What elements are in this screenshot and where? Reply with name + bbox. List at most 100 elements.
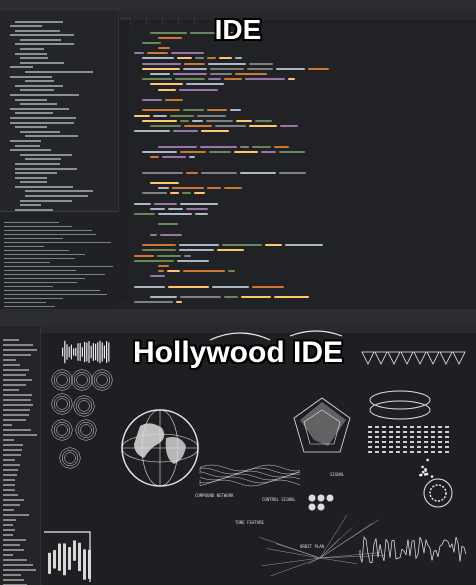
hud-label: ORBIT PLAN <box>300 544 325 549</box>
grid-cell-icon <box>424 451 428 453</box>
grid-cell-icon <box>410 446 414 448</box>
network-line <box>270 557 321 577</box>
dot-icon <box>423 473 427 476</box>
grid-cell-icon <box>396 426 400 428</box>
bar-icon <box>73 540 76 561</box>
grid-cell-icon <box>410 451 414 453</box>
grid-cell-icon <box>368 431 372 433</box>
gauge-ring-icon <box>423 478 453 508</box>
grid-cell-icon <box>431 436 435 438</box>
grid-cell-icon <box>382 431 386 433</box>
grid-cell-icon <box>410 431 414 433</box>
grid-cell-icon <box>424 436 428 438</box>
grid-cell-icon <box>445 451 449 453</box>
grid-cell-icon <box>368 441 372 443</box>
grid-cell-icon <box>417 451 421 453</box>
dot-icon <box>421 465 424 469</box>
grid-cell-icon <box>410 441 414 443</box>
circle-gauge-icon <box>75 419 97 441</box>
bar-icon <box>63 543 66 576</box>
grid-cell-icon <box>382 446 386 448</box>
bar-icon <box>58 543 61 571</box>
circle-gauge-icon <box>56 424 68 436</box>
hud-label: CONTROL SIGNAL <box>262 497 296 502</box>
waveform-icon <box>199 473 301 481</box>
grid-cell-icon <box>382 426 386 428</box>
grid-cell-icon <box>431 426 435 428</box>
console-panel[interactable] <box>0 211 118 308</box>
dot-icon <box>326 494 334 502</box>
hud-label: SIGNAL <box>330 472 345 477</box>
dot-icon <box>421 470 425 474</box>
code-editor[interactable] <box>120 20 470 304</box>
radar-chart-icon <box>293 397 351 453</box>
menu-bar[interactable] <box>0 0 476 11</box>
grid-cell-icon <box>389 436 393 438</box>
ring-icon <box>369 390 431 410</box>
grid-cell-icon <box>410 436 414 438</box>
dot-icon <box>419 473 423 477</box>
bar-icon <box>48 552 51 574</box>
dot-icon <box>426 458 429 462</box>
hud-label: TONE FEATURE <box>235 520 264 525</box>
grid-cell-icon <box>396 431 400 433</box>
grid-cell-icon <box>431 431 435 433</box>
network-line <box>261 557 321 567</box>
circle-gauge-icon <box>51 419 73 441</box>
circle-gauge-icon <box>59 447 81 469</box>
grid-cell-icon <box>396 446 400 448</box>
circle-gauge-icon <box>76 374 88 386</box>
bar-icon <box>68 547 71 570</box>
hud-label: COMPOUND NETWORK <box>195 493 234 498</box>
grid-cell-icon <box>445 446 449 448</box>
grid-cell-icon <box>368 451 372 453</box>
status-bar <box>0 309 476 318</box>
grid-cell-icon <box>431 446 435 448</box>
grid-cell-icon <box>417 431 421 433</box>
ring-icon <box>369 400 431 420</box>
dot-icon <box>317 503 325 511</box>
hollywood-ide-panel: COMPOUND NETWORK TONE FEATURE CONTROL SI… <box>0 318 476 585</box>
bar-icon <box>88 549 91 579</box>
waveform-icon <box>359 536 467 563</box>
network-line <box>319 552 381 559</box>
grid-cell-icon <box>438 441 442 443</box>
grid-cell-icon <box>368 436 372 438</box>
grid-cell-icon <box>438 436 442 438</box>
circle-gauge-icon <box>64 452 76 464</box>
circle-gauge-icon <box>56 374 68 386</box>
meme-caption-bottom: Hollywood IDE <box>133 336 343 369</box>
grid-cell-icon <box>403 441 407 443</box>
grid-cell-icon <box>375 451 379 453</box>
dot-icon <box>308 494 316 502</box>
grid-cell-icon <box>417 441 421 443</box>
dot-icon <box>317 494 325 502</box>
ide-panel: IDE <box>0 0 476 318</box>
line-gutter <box>120 20 130 300</box>
grid-cell-icon <box>396 451 400 453</box>
network-line <box>319 557 357 564</box>
circle-gauge-icon <box>73 395 95 417</box>
grid-cell-icon <box>424 446 428 448</box>
grid-cell-icon <box>424 441 428 443</box>
grid-cell-icon <box>417 426 421 428</box>
circle-gauge-icon <box>96 374 108 386</box>
grid-cell-icon <box>403 436 407 438</box>
grid-cell-icon <box>396 436 400 438</box>
grid-cell-icon <box>445 431 449 433</box>
grid-cell-icon <box>389 426 393 428</box>
dot-icon <box>424 469 427 472</box>
grid-cell-icon <box>382 441 386 443</box>
circle-gauge-icon <box>51 393 73 415</box>
grid-cell-icon <box>417 436 421 438</box>
grid-cell-icon <box>368 446 372 448</box>
grid-cell-icon <box>431 441 435 443</box>
grid-cell-icon <box>396 441 400 443</box>
grid-cell-icon <box>368 426 372 428</box>
grid-cell-icon <box>403 451 407 453</box>
bar-icon <box>83 549 86 580</box>
circle-gauge-icon <box>51 369 73 391</box>
dot-icon <box>430 475 434 478</box>
dot-icon <box>308 503 316 511</box>
grid-cell-icon <box>375 431 379 433</box>
